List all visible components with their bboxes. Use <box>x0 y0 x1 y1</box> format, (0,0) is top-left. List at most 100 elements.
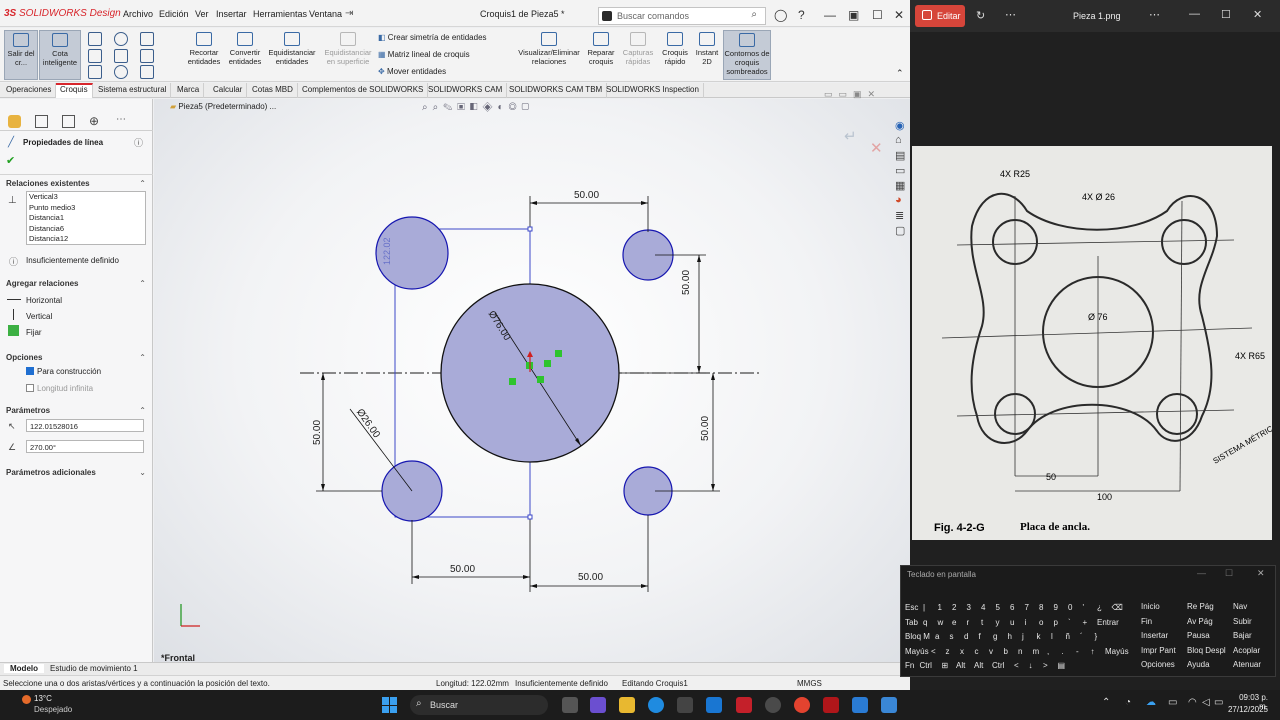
rectangle-icon[interactable] <box>88 49 102 63</box>
configuration-icon[interactable] <box>62 115 75 128</box>
fillet-icon[interactable] <box>140 65 154 79</box>
feature-tree-icon[interactable] <box>8 115 21 128</box>
rapid-sketch-button[interactable]: Capturas rápidas <box>620 30 656 80</box>
relation-fix[interactable]: Fijar <box>26 328 42 337</box>
construction-checkbox[interactable] <box>26 367 34 375</box>
keyboard-nav-key[interactable]: Subir <box>1233 617 1252 626</box>
keyboard-key[interactable]: p <box>1054 618 1069 627</box>
polygon-icon[interactable] <box>140 49 154 63</box>
convert-entities-button[interactable]: Convertir entidades <box>226 30 264 80</box>
minimize-button[interactable]: — <box>1189 8 1200 20</box>
keyboard-key[interactable]: b <box>1004 647 1019 656</box>
quick-sketch-button[interactable]: Croquis rápido <box>658 30 692 80</box>
keyboard-key[interactable]: . <box>1062 647 1077 656</box>
keyboard-key[interactable]: Tab <box>905 618 923 627</box>
property-manager-icon[interactable] <box>35 115 48 128</box>
spline-icon[interactable] <box>140 32 154 46</box>
keyboard-nav-key[interactable]: Bajar <box>1233 631 1252 640</box>
display-relations-button[interactable]: Visualizar/Eliminar relaciones <box>516 30 582 80</box>
solidworks-taskbar-icon[interactable] <box>736 697 752 713</box>
keyboard-nav-key[interactable]: Impr Pant <box>1141 646 1176 655</box>
start-icon[interactable] <box>382 697 398 713</box>
keyboard-nav-key[interactable]: Atenuar <box>1233 660 1261 669</box>
smart-dimension-button[interactable]: Cota inteligente <box>39 30 81 80</box>
photos-icon[interactable] <box>852 697 868 713</box>
rotate-icon[interactable]: ↻ <box>976 9 985 22</box>
keyboard-nav-key[interactable]: Re Pág <box>1187 602 1214 611</box>
onedrive-icon[interactable]: ☁ <box>1146 697 1156 708</box>
keyboard-key[interactable]: h <box>1008 632 1023 641</box>
keyboard-key[interactable]: Ctrl <box>920 661 942 670</box>
offset-surface-button[interactable]: Equidistanciar en superficie <box>320 30 376 80</box>
user-icon[interactable]: ◯ <box>774 8 787 22</box>
tab-sistema-estructural[interactable]: Sistema estructural <box>94 83 172 98</box>
options-header[interactable]: Opciones <box>6 353 42 362</box>
keyboard-key[interactable]: q <box>923 618 938 627</box>
chevron-up-icon[interactable]: ⌃ <box>139 279 146 288</box>
chevron-down-icon[interactable]: ⌄ <box>139 468 146 477</box>
minimize-button[interactable]: — <box>1197 568 1206 578</box>
keyboard-key[interactable]: } <box>1095 632 1110 641</box>
keyboard-nav-key[interactable]: Ayuda <box>1187 660 1210 669</box>
keyboard-key[interactable]: ↑ <box>1091 647 1106 656</box>
file-explorer-icon[interactable] <box>619 697 635 713</box>
keyboard-key[interactable]: 1 <box>938 603 953 612</box>
keyboard-nav-key[interactable]: Nav <box>1233 602 1247 611</box>
keyboard-key[interactable]: ⊞ <box>942 661 957 670</box>
keyboard-key[interactable]: x <box>960 647 975 656</box>
keyboard-key[interactable]: 4 <box>981 603 996 612</box>
clock-date[interactable]: 27/12/2025 <box>1222 705 1268 714</box>
keyboard-key[interactable]: ñ <box>1066 632 1081 641</box>
taskbar-search[interactable]: ⌕ Buscar <box>410 695 548 715</box>
keyboard-app-icon[interactable] <box>881 697 897 713</box>
list-item[interactable]: Vertical3 <box>27 192 145 203</box>
add-relations-header[interactable]: Agregar relaciones <box>6 279 78 288</box>
keyboard-key[interactable]: Bloq M <box>905 632 935 641</box>
keyboard-key[interactable]: 7 <box>1025 603 1040 612</box>
keyboard-key[interactable]: < <box>1014 661 1029 670</box>
network-icon[interactable]: ◔ <box>1125 697 1131 708</box>
menu-edicion[interactable]: Edición <box>159 9 189 19</box>
list-item[interactable]: Distancia6 <box>27 224 145 235</box>
relation-vertical[interactable]: Vertical <box>26 312 52 321</box>
keyboard-key[interactable]: , <box>1047 647 1062 656</box>
keyboard-key[interactable]: v <box>989 647 1004 656</box>
angle-input[interactable]: 270.00° <box>26 440 144 453</box>
keyboard-key[interactable]: ⌫ <box>1112 603 1127 612</box>
dim-right-lower[interactable]: 50.00 <box>700 416 711 441</box>
keyboard-key[interactable]: ' <box>1083 603 1098 612</box>
keyboard-nav-key[interactable]: Fin <box>1141 617 1152 626</box>
tab-calcular[interactable]: Calcular <box>209 83 248 98</box>
keyboard-key[interactable]: w <box>938 618 953 627</box>
arc-icon[interactable] <box>114 49 128 63</box>
tab-solidworks-cam-tbm[interactable]: SOLIDWORKS CAM TBM <box>505 83 608 98</box>
units-selector[interactable]: MMGS <box>797 679 822 688</box>
more-icon[interactable]: ⋯ <box>1005 8 1016 21</box>
keyboard-key[interactable]: - <box>1076 647 1091 656</box>
trim-entities-button[interactable]: Recortar entidades <box>184 30 224 80</box>
keyboard-key[interactable]: c <box>975 647 990 656</box>
keyboard-key[interactable]: Esc <box>905 603 923 612</box>
tab-cotas-mbd[interactable]: Cotas MBD <box>248 83 298 98</box>
graphics-area[interactable]: ▰ Pieza5 (Predeterminado) ... ⌕⌕✎▣◧◈◐◎▢ … <box>154 89 910 663</box>
keyboard-nav-key[interactable]: Inicio <box>1141 602 1160 611</box>
keyboard-key[interactable]: f <box>979 632 994 641</box>
minimize-button[interactable]: — <box>824 8 836 22</box>
maximize-button[interactable]: ☐ <box>1225 568 1233 579</box>
tab-complementos[interactable]: Complementos de SOLIDWORKS <box>298 83 429 98</box>
list-item[interactable]: Punto medio3 <box>27 203 145 214</box>
dim-bottom-right[interactable]: 50.00 <box>578 572 603 583</box>
menu-archivo[interactable]: Archivo <box>123 9 153 19</box>
keyboard-key[interactable]: m <box>1033 647 1048 656</box>
offset-entities-button[interactable]: Equidistanciar entidades <box>266 30 318 80</box>
dimxpert-icon[interactable]: ⊕ <box>89 114 99 128</box>
menu-ventana[interactable]: Ventana <box>309 9 342 19</box>
keyboard-key[interactable]: Entrar <box>1097 618 1127 627</box>
repair-sketch-button[interactable]: Reparar croquis <box>584 30 618 80</box>
task-view-icon[interactable] <box>562 697 578 713</box>
close-button[interactable]: ✕ <box>1253 8 1262 21</box>
linear-pattern-button[interactable]: ▦ Matriz lineal de croquis <box>378 50 470 59</box>
keyboard-key[interactable]: g <box>993 632 1008 641</box>
keyboard-nav-key[interactable]: Opciones <box>1141 660 1175 669</box>
keyboard-key[interactable]: r <box>967 618 982 627</box>
